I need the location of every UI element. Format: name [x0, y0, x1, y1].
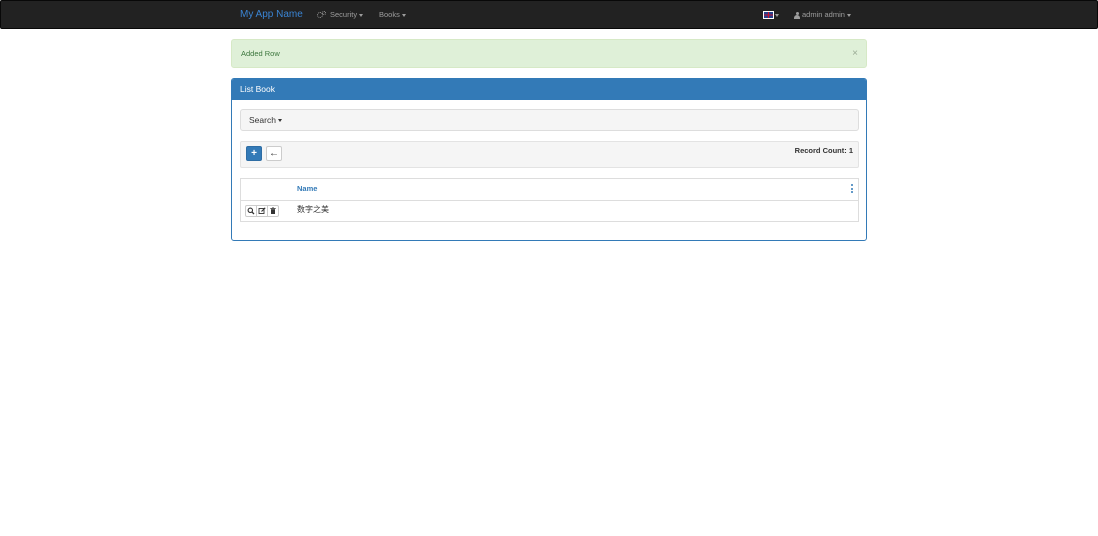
column-menu-icon[interactable] — [851, 184, 853, 194]
chevron-down-icon — [277, 119, 282, 123]
gears-icon — [317, 11, 327, 19]
nav-menu-security[interactable]: Security — [317, 1, 364, 28]
top-navbar: My App Name Security Books admin admin — [0, 0, 1098, 29]
search-toggle[interactable]: Search — [249, 110, 282, 130]
alert-message: Added Row — [241, 49, 280, 58]
search-icon — [247, 207, 255, 215]
chevron-down-icon — [401, 13, 406, 17]
cell-name: 数字之美 — [297, 205, 329, 214]
book-table: Name 数字之美 — [240, 178, 859, 222]
nav-menu-books[interactable]: Books — [379, 1, 406, 28]
search-toggle-label: Search — [249, 115, 276, 125]
user-menu[interactable]: admin admin — [794, 1, 851, 28]
user-menu-label: admin admin — [802, 10, 845, 19]
nav-menu-security-label: Security — [330, 10, 358, 19]
panel-heading: List Book — [232, 79, 866, 100]
chevron-down-icon — [775, 13, 779, 17]
nav-menu-books-label: Books — [379, 10, 400, 19]
language-selector[interactable] — [763, 1, 779, 28]
close-icon[interactable]: × — [852, 40, 858, 67]
trash-icon — [270, 207, 276, 214]
user-icon — [794, 11, 800, 19]
chevron-down-icon — [359, 13, 364, 17]
chevron-down-icon — [846, 13, 851, 17]
success-alert: Added Row × — [231, 39, 867, 68]
list-book-panel: List Book Search + ← Record Count: 1 Nam… — [231, 78, 867, 241]
add-button[interactable]: + — [246, 146, 262, 161]
edit-icon — [258, 207, 266, 214]
delete-button[interactable] — [267, 205, 279, 217]
record-count: Record Count: 1 — [794, 146, 853, 155]
search-bar: Search — [240, 109, 859, 131]
uk-flag-icon — [763, 11, 774, 20]
grid-toolbar: + ← Record Count: 1 — [240, 141, 859, 168]
table-header: Name — [241, 179, 858, 201]
brand-link[interactable]: My App Name — [240, 1, 303, 28]
table-row: 数字之美 — [241, 200, 858, 221]
column-header-name[interactable]: Name — [297, 179, 317, 199]
panel-title: List Book — [240, 84, 275, 94]
back-button[interactable]: ← — [266, 146, 282, 161]
row-actions — [245, 205, 279, 217]
